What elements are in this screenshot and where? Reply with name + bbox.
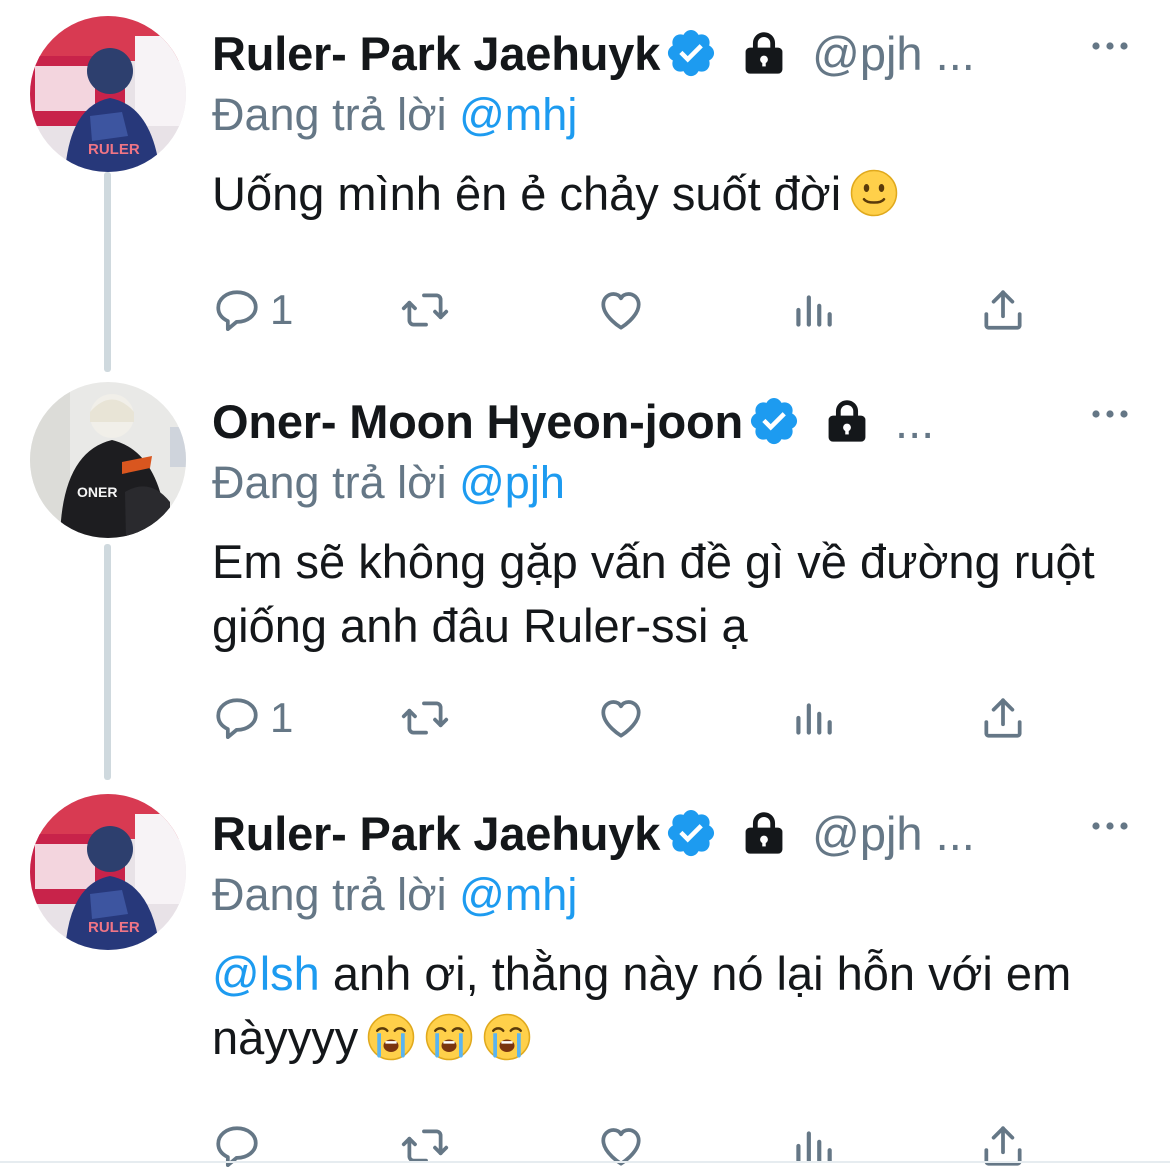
- loudly-crying-face-emoji: [366, 1012, 416, 1062]
- avatar-image: RULER: [30, 794, 186, 950]
- tweet[interactable]: RULER Ruler- Park Jaehuyk @pjh ... Đang …: [0, 780, 1170, 1175]
- tweet-text-body: anh ơi, thằng này nó lại hỗn với em nàyy…: [212, 947, 1072, 1064]
- verified-badge-icon: [664, 806, 718, 860]
- analytics-button[interactable]: [788, 1118, 838, 1174]
- thread-connector-line: [104, 172, 111, 372]
- retweet-button[interactable]: [400, 1118, 450, 1174]
- loudly-crying-face-emoji: [482, 1012, 532, 1062]
- conversation-thread: RULER Ruler- Park Jaehuyk @pjh ... Đang …: [0, 0, 1170, 1175]
- retweet-icon: [400, 285, 450, 335]
- more-horizontal-icon[interactable]: [1090, 404, 1130, 424]
- analytics-icon: [788, 285, 838, 335]
- tweet[interactable]: RULER Ruler- Park Jaehuyk @pjh ... Đang …: [0, 0, 1170, 372]
- lock-icon: [738, 27, 790, 79]
- reply-button[interactable]: 1: [212, 690, 293, 746]
- display-name[interactable]: Ruler- Park Jaehuyk: [212, 26, 660, 81]
- avatar[interactable]: RULER: [30, 794, 186, 950]
- thread-connector-line: [104, 544, 111, 780]
- divider: [0, 1161, 1170, 1163]
- reply-prefix: Đang trả lời: [212, 457, 447, 508]
- reply-to-mention[interactable]: @pjh: [459, 457, 565, 508]
- heart-icon: [596, 285, 646, 335]
- user-handle[interactable]: @pjh ...: [812, 806, 975, 861]
- reply-icon: [212, 1121, 262, 1171]
- text-mention[interactable]: @lsh: [212, 947, 320, 1000]
- analytics-icon: [788, 693, 838, 743]
- more-horizontal-icon[interactable]: [1090, 816, 1130, 836]
- avatar-image: ONER: [30, 382, 186, 538]
- avatar-image: RULER: [30, 16, 186, 172]
- verified-badge-icon: [664, 26, 718, 80]
- heart-icon: [596, 1121, 646, 1171]
- like-button[interactable]: [596, 690, 646, 746]
- tweet-header: Oner- Moon Hyeon-joon ...: [212, 390, 1130, 452]
- like-button[interactable]: [596, 282, 646, 338]
- tweet-content: Ruler- Park Jaehuyk @pjh ... Đang trả lờ…: [212, 802, 1130, 1070]
- reply-icon: [212, 285, 262, 335]
- reply-to-mention[interactable]: @mhj: [459, 89, 577, 140]
- heart-icon: [596, 693, 646, 743]
- tweet-content: Ruler- Park Jaehuyk @pjh ... Đang trả lờ…: [212, 22, 1130, 226]
- tweet[interactable]: ONER Oner- Moon Hyeon-joon ... Đang trả …: [0, 372, 1170, 780]
- analytics-icon: [788, 1121, 838, 1171]
- share-button[interactable]: [978, 282, 1028, 338]
- tweet-text-body: Uống mình ên ẻ chảy suốt đời: [212, 167, 842, 220]
- tweet-header: Ruler- Park Jaehuyk @pjh ...: [212, 22, 1130, 84]
- more-horizontal-icon[interactable]: [1090, 36, 1130, 56]
- reply-count: 1: [270, 694, 294, 741]
- reply-prefix: Đang trả lời: [212, 869, 447, 920]
- retweet-icon: [400, 1121, 450, 1171]
- lock-icon: [821, 395, 873, 447]
- tweet-text-body: Em sẽ không gặp vấn đề gì về đường ruột …: [212, 535, 1095, 652]
- avatar-jacket-text: ONER: [77, 484, 117, 500]
- user-handle[interactable]: @pjh ...: [812, 26, 975, 81]
- analytics-button[interactable]: [788, 690, 838, 746]
- avatar[interactable]: ONER: [30, 382, 186, 538]
- share-icon: [978, 693, 1028, 743]
- share-icon: [978, 1121, 1028, 1171]
- retweet-icon: [400, 693, 450, 743]
- verified-badge-icon: [747, 394, 801, 448]
- tweet-text: @lsh anh ơi, thằng này nó lại hỗn với em…: [212, 942, 1130, 1070]
- reply-to-mention[interactable]: @mhj: [459, 869, 577, 920]
- share-button[interactable]: [978, 1118, 1028, 1174]
- replying-to-line: Đang trả lời @pjh: [212, 454, 1130, 512]
- tweet-actions: 1: [212, 282, 1042, 338]
- avatar[interactable]: RULER: [30, 16, 186, 172]
- reply-button[interactable]: [212, 1118, 270, 1174]
- reply-icon: [212, 693, 262, 743]
- tweet-text: Em sẽ không gặp vấn đề gì về đường ruột …: [212, 530, 1130, 658]
- reply-prefix: Đang trả lời: [212, 89, 447, 140]
- tweet-actions: [212, 1118, 1042, 1174]
- user-handle[interactable]: ...: [895, 394, 934, 449]
- reply-button[interactable]: 1: [212, 282, 293, 338]
- retweet-button[interactable]: [400, 282, 450, 338]
- tweet-content: Oner- Moon Hyeon-joon ... Đang trả lời @…: [212, 390, 1130, 658]
- share-button[interactable]: [978, 690, 1028, 746]
- display-name[interactable]: Oner- Moon Hyeon-joon: [212, 394, 743, 449]
- lock-icon: [738, 807, 790, 859]
- avatar-jersey-text: RULER: [88, 141, 140, 158]
- reply-count: 1: [270, 286, 294, 333]
- tweet-header: Ruler- Park Jaehuyk @pjh ...: [212, 802, 1130, 864]
- loudly-crying-face-emoji: [424, 1012, 474, 1062]
- retweet-button[interactable]: [400, 690, 450, 746]
- like-button[interactable]: [596, 1118, 646, 1174]
- display-name[interactable]: Ruler- Park Jaehuyk: [212, 806, 660, 861]
- analytics-button[interactable]: [788, 282, 838, 338]
- avatar-jersey-text: RULER: [88, 919, 140, 936]
- tweet-actions: 1: [212, 690, 1042, 746]
- replying-to-line: Đang trả lời @mhj: [212, 866, 1130, 924]
- share-icon: [978, 285, 1028, 335]
- slightly-smiling-face-emoji: [849, 168, 899, 218]
- replying-to-line: Đang trả lời @mhj: [212, 86, 1130, 144]
- tweet-text: Uống mình ên ẻ chảy suốt đời: [212, 162, 1130, 226]
